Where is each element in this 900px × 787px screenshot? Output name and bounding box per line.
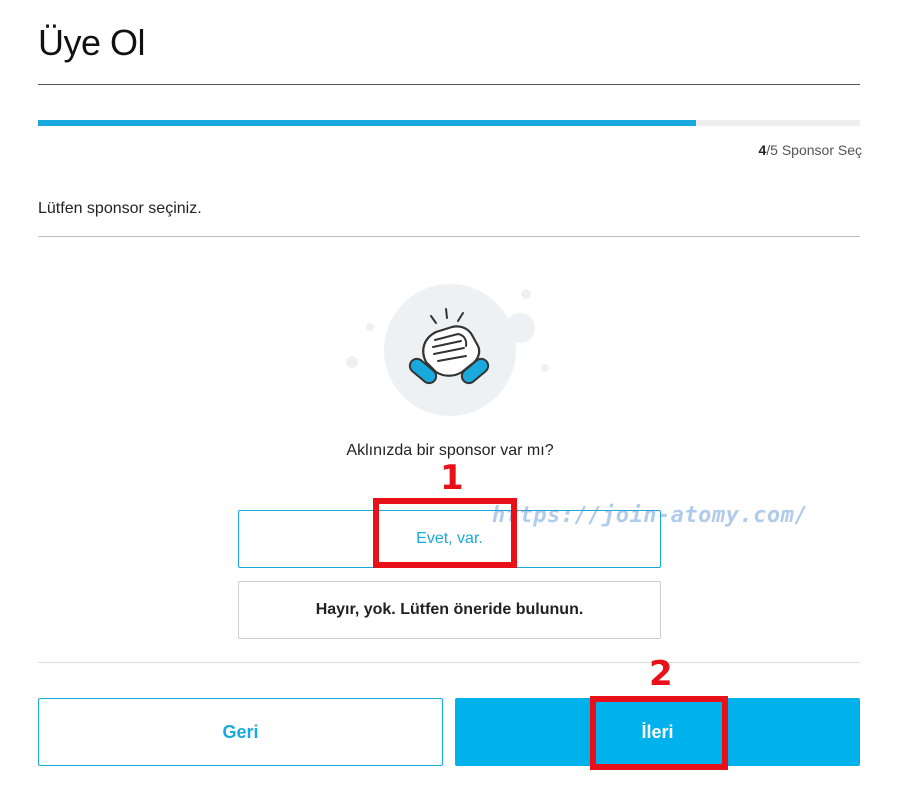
title-divider [38,84,860,85]
handshake-icon [346,284,549,416]
annotation-highlight-2 [590,696,728,770]
handshake-illustration [340,280,560,420]
progress-fill [38,120,696,126]
footer-divider [38,662,860,663]
progress-bar [38,120,860,126]
annotation-number-1: 1 [440,458,464,498]
step-indicator: 4/5 Sponsor Seç [722,142,862,158]
no-sponsor-option[interactable]: Hayır, yok. Lütfen öneride bulunun. [238,581,661,639]
annotation-number-2: 2 [649,654,673,694]
watermark-text: https://join-atomy.com/ [492,503,809,528]
step-total-label: /5 Sponsor Seç [766,142,862,158]
annotation-highlight-1 [373,498,517,568]
back-button[interactable]: Geri [38,698,443,766]
page-title: Üye Ol [38,22,146,63]
instruction-text: Lütfen sponsor seçiniz. [38,200,202,217]
instruction-divider [38,236,860,237]
